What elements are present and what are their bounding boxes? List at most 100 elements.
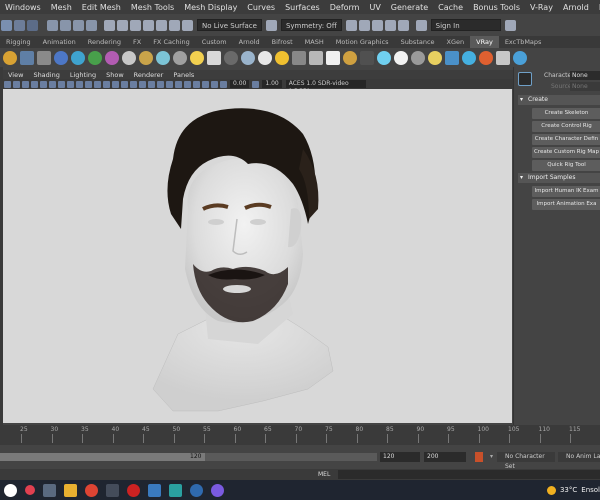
symmetry-dropdown[interactable]: Symmetry: Off [280, 19, 342, 31]
camera-icon[interactable] [169, 19, 180, 31]
fur-icon[interactable] [326, 50, 340, 65]
image-plane-icon[interactable] [31, 80, 38, 88]
menu-v-ray[interactable]: V-Ray [525, 3, 558, 12]
bulb-icon[interactable] [428, 50, 442, 65]
render-settings-icon[interactable] [143, 19, 154, 31]
light-material-icon[interactable] [71, 50, 85, 65]
snap-view-icon[interactable] [86, 19, 97, 31]
anim-layer-dropdown[interactable]: No Anim Layer [558, 452, 600, 462]
scene-access-icon[interactable] [377, 50, 391, 65]
render-icon[interactable] [117, 19, 128, 31]
menu-mesh-tools[interactable]: Mesh Tools [126, 3, 179, 12]
shelf-tab-vray[interactable]: VRay [470, 36, 499, 48]
create-control-rig-button[interactable]: Create Control Rig [532, 121, 600, 132]
opera-icon[interactable] [127, 483, 140, 497]
unknown-app-icon[interactable] [106, 483, 119, 497]
shelf-tab-bifrost[interactable]: Bifrost [266, 38, 299, 46]
shelf-tab-substance[interactable]: Substance [395, 38, 441, 46]
viewport-3d[interactable] [3, 89, 512, 423]
shelf-tab-mash[interactable]: MASH [299, 38, 330, 46]
character-set-dropdown[interactable]: No Character Set [497, 452, 555, 470]
hair-material-icon[interactable] [139, 50, 153, 65]
viewport-menu-renderer[interactable]: Renderer [129, 71, 169, 79]
cosmos-icon[interactable] [462, 50, 476, 65]
camera-select-icon[interactable] [4, 80, 11, 88]
chaos-cloud-icon[interactable] [479, 50, 493, 65]
c-app-icon[interactable] [190, 483, 203, 497]
shelf-tab-animation[interactable]: Animation [37, 38, 82, 46]
gate-mask-icon[interactable] [67, 80, 74, 88]
smooth-shade-icon[interactable] [112, 80, 119, 88]
material-icon[interactable] [54, 50, 68, 65]
tool-icon[interactable] [358, 19, 370, 31]
film-gate-icon[interactable] [49, 80, 56, 88]
menu-windows[interactable]: Windows [0, 3, 46, 12]
field-chart-icon[interactable] [76, 80, 83, 88]
mel-label[interactable]: MEL [318, 471, 330, 478]
quick-rig-tool-button[interactable]: Quick Rig Tool [532, 160, 600, 171]
depth-of-field-icon[interactable] [184, 80, 191, 88]
checker-icon[interactable] [360, 50, 374, 65]
blend-material-icon[interactable] [88, 50, 102, 65]
dome-light-icon[interactable] [173, 50, 187, 65]
xray-joints-icon[interactable] [202, 80, 209, 88]
shelf-tab-custom[interactable]: Custom [196, 38, 233, 46]
task-view-icon[interactable] [43, 483, 56, 497]
gamma-field[interactable]: 1.00 [262, 80, 282, 88]
lights-icon[interactable] [139, 80, 146, 88]
grid-icon[interactable] [40, 80, 47, 88]
time-slider[interactable]: 25 30 35 40 45 50 55 60 65 70 75 80 85 90 95 100 105 110 1… [0, 425, 600, 445]
range-track[interactable] [205, 453, 377, 461]
shelf-tab-rendering[interactable]: Rendering [82, 38, 127, 46]
create-section-header[interactable]: Create [518, 95, 600, 105]
ies-light-icon[interactable] [258, 50, 272, 65]
history-icon[interactable] [104, 19, 115, 31]
camera-attributes-icon[interactable] [13, 80, 20, 88]
safe-action-icon[interactable] [85, 80, 92, 88]
shelf-tab-fx-caching[interactable]: FX Caching [147, 38, 196, 46]
plane-icon[interactable] [309, 50, 323, 65]
manipulator-icon[interactable] [371, 19, 383, 31]
sun-light-icon[interactable] [190, 50, 204, 65]
mel-input[interactable] [338, 470, 600, 479]
menu-mesh-display[interactable]: Mesh Display [179, 3, 242, 12]
start-icon[interactable] [4, 483, 17, 497]
source-dropdown[interactable]: None [570, 82, 600, 91]
range-slider[interactable] [0, 453, 205, 461]
home-icon[interactable] [504, 19, 516, 31]
anti-aliasing-icon[interactable] [175, 80, 182, 88]
play-icon[interactable] [384, 19, 396, 31]
menu-deform[interactable]: Deform [325, 3, 365, 12]
viewport-menu-shading[interactable]: Shading [28, 71, 64, 79]
shelf-tab-fx[interactable]: FX [127, 38, 147, 46]
settings-icon[interactable] [496, 50, 510, 65]
menu-cache[interactable]: Cache [433, 3, 468, 12]
volume-grid-icon[interactable] [343, 50, 357, 65]
maya-icon[interactable] [169, 483, 182, 497]
snap-curve-icon[interactable] [60, 19, 71, 31]
two-sided-material-icon[interactable] [105, 50, 119, 65]
exposure-field[interactable]: 0.00 [230, 80, 250, 88]
menu-mesh[interactable]: Mesh [46, 3, 77, 12]
safe-title-icon[interactable] [94, 80, 101, 88]
shadows-icon[interactable] [148, 80, 155, 88]
resolution-gate-icon[interactable] [58, 80, 65, 88]
viewport-menu-show[interactable]: Show [101, 71, 129, 79]
default-material-icon[interactable] [121, 80, 128, 88]
vray-scene-icon[interactable] [445, 50, 459, 65]
playback-end-field[interactable]: 200 [424, 452, 466, 462]
mesh-light-icon[interactable] [241, 50, 255, 65]
create-custom-rig-map-button[interactable]: Create Custom Rig Map [532, 147, 600, 158]
snap-point-icon[interactable] [73, 19, 84, 31]
sign-in-dropdown[interactable]: Sign In [430, 19, 501, 31]
car-paint-icon[interactable] [122, 50, 136, 65]
menu-uv[interactable]: UV [364, 3, 385, 12]
lasso-tool-icon[interactable] [14, 19, 25, 31]
shelf-tab-motion-graphics[interactable]: Motion Graphics [330, 38, 395, 46]
shelf-tab-xgen[interactable]: XGen [441, 38, 471, 46]
sphere-light-icon[interactable] [224, 50, 238, 65]
hypershade-icon[interactable] [156, 19, 167, 31]
menu-generate[interactable]: Generate [386, 3, 433, 12]
import-samples-section-header[interactable]: Import Samples [518, 173, 600, 183]
viewport-menu-view[interactable]: View [3, 71, 28, 79]
